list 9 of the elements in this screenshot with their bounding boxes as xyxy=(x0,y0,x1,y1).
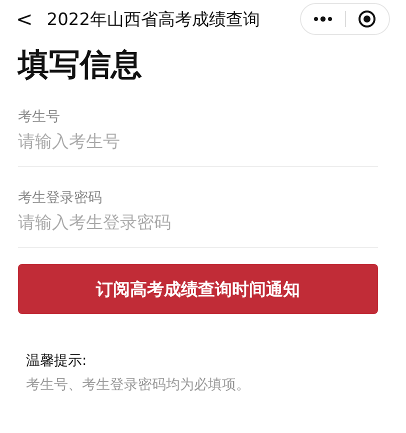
more-icon[interactable] xyxy=(312,16,333,22)
page-title: 2022年山西省高考成绩查询 xyxy=(46,8,262,30)
form-heading: 填写信息 xyxy=(18,46,143,85)
tip-title: 温馨提示: xyxy=(26,352,88,370)
field-label: 考生号 xyxy=(18,108,61,126)
back-button[interactable]: < xyxy=(12,7,37,31)
field-label: 考生登录密码 xyxy=(18,189,103,207)
subscribe-button[interactable]: 订阅高考成绩查询时间通知 xyxy=(18,264,378,314)
tip-text: 考生号、考生登录密码均为必填项。 xyxy=(26,376,251,394)
